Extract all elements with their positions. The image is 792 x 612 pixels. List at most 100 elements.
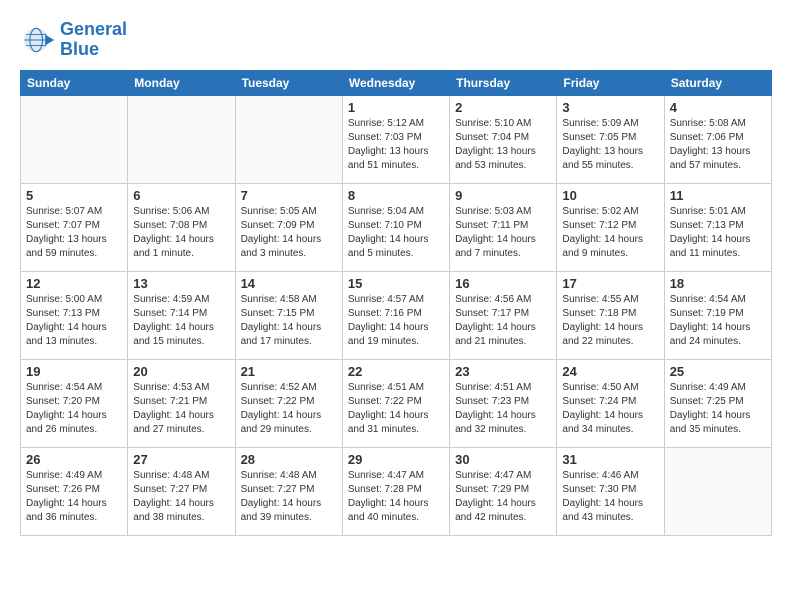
cell-content: Sunrise: 4:48 AM Sunset: 7:27 PM Dayligh… [241, 469, 337, 525]
calendar-cell: 29 Sunrise: 4:47 AM Sunset: 7:28 PM Dayli… [342, 447, 449, 535]
logo-line1: General [60, 20, 127, 40]
calendar-cell: 26 Sunrise: 4:49 AM Sunset: 7:26 PM Dayli… [21, 447, 128, 535]
calendar-cell: 27 Sunrise: 4:48 AM Sunset: 7:27 PM Dayli… [128, 447, 235, 535]
cell-content: Sunrise: 5:06 AM Sunset: 7:08 PM Dayligh… [133, 205, 229, 261]
calendar-cell: 28 Sunrise: 4:48 AM Sunset: 7:27 PM Dayli… [235, 447, 342, 535]
calendar-cell: 19 Sunrise: 4:54 AM Sunset: 7:20 PM Dayli… [21, 359, 128, 447]
cell-content: Sunrise: 4:56 AM Sunset: 7:17 PM Dayligh… [455, 293, 551, 349]
cell-content: Sunrise: 4:49 AM Sunset: 7:25 PM Dayligh… [670, 381, 766, 437]
day-number: 16 [455, 276, 551, 291]
calendar-cell: 17 Sunrise: 4:55 AM Sunset: 7:18 PM Dayli… [557, 271, 664, 359]
cell-content: Sunrise: 5:10 AM Sunset: 7:04 PM Dayligh… [455, 117, 551, 173]
calendar-table: SundayMondayTuesdayWednesdayThursdayFrid… [20, 70, 772, 536]
day-number: 1 [348, 100, 444, 115]
week-row-4: 19 Sunrise: 4:54 AM Sunset: 7:20 PM Dayli… [21, 359, 772, 447]
week-row-5: 26 Sunrise: 4:49 AM Sunset: 7:26 PM Dayli… [21, 447, 772, 535]
calendar-cell: 12Sunrise: 5:00 AM Sunset: 7:13 PM Dayli… [21, 271, 128, 359]
header-thursday: Thursday [450, 70, 557, 95]
day-number: 21 [241, 364, 337, 379]
cell-content: Sunrise: 5:05 AM Sunset: 7:09 PM Dayligh… [241, 205, 337, 261]
day-number: 19 [26, 364, 122, 379]
day-number: 8 [348, 188, 444, 203]
cell-content: Sunrise: 4:46 AM Sunset: 7:30 PM Dayligh… [562, 469, 658, 525]
day-number: 2 [455, 100, 551, 115]
calendar-cell [235, 95, 342, 183]
header-tuesday: Tuesday [235, 70, 342, 95]
cell-content: Sunrise: 4:49 AM Sunset: 7:26 PM Dayligh… [26, 469, 122, 525]
day-number: 17 [562, 276, 658, 291]
cell-content: Sunrise: 4:53 AM Sunset: 7:21 PM Dayligh… [133, 381, 229, 437]
cell-content: Sunrise: 4:48 AM Sunset: 7:27 PM Dayligh… [133, 469, 229, 525]
cell-content: Sunrise: 5:08 AM Sunset: 7:06 PM Dayligh… [670, 117, 766, 173]
cell-content: Sunrise: 4:55 AM Sunset: 7:18 PM Dayligh… [562, 293, 658, 349]
cell-content: Sunrise: 5:00 AM Sunset: 7:13 PM Dayligh… [26, 293, 122, 349]
day-number: 4 [670, 100, 766, 115]
calendar-cell: 5Sunrise: 5:07 AM Sunset: 7:07 PM Daylig… [21, 183, 128, 271]
logo-line2: Blue [60, 40, 127, 60]
day-number: 22 [348, 364, 444, 379]
calendar-cell: 3Sunrise: 5:09 AM Sunset: 7:05 PM Daylig… [557, 95, 664, 183]
cell-content: Sunrise: 5:07 AM Sunset: 7:07 PM Dayligh… [26, 205, 122, 261]
cell-content: Sunrise: 5:12 AM Sunset: 7:03 PM Dayligh… [348, 117, 444, 173]
cell-content: Sunrise: 5:04 AM Sunset: 7:10 PM Dayligh… [348, 205, 444, 261]
calendar-cell: 20 Sunrise: 4:53 AM Sunset: 7:21 PM Dayli… [128, 359, 235, 447]
day-number: 6 [133, 188, 229, 203]
calendar-cell [664, 447, 771, 535]
day-number: 23 [455, 364, 551, 379]
calendar-cell: 30Sunrise: 4:47 AM Sunset: 7:29 PM Dayli… [450, 447, 557, 535]
calendar-cell: 13 Sunrise: 4:59 AM Sunset: 7:14 PM Dayli… [128, 271, 235, 359]
cell-content: Sunrise: 4:59 AM Sunset: 7:14 PM Dayligh… [133, 293, 229, 349]
day-number: 29 [348, 452, 444, 467]
cell-content: Sunrise: 4:51 AM Sunset: 7:23 PM Dayligh… [455, 381, 551, 437]
calendar-cell: 2 Sunrise: 5:10 AM Sunset: 7:04 PM Daylig… [450, 95, 557, 183]
cell-content: Sunrise: 4:52 AM Sunset: 7:22 PM Dayligh… [241, 381, 337, 437]
calendar-cell [21, 95, 128, 183]
cell-content: Sunrise: 5:01 AM Sunset: 7:13 PM Dayligh… [670, 205, 766, 261]
page-header: General Blue [20, 20, 772, 60]
calendar-cell: 21 Sunrise: 4:52 AM Sunset: 7:22 PM Dayli… [235, 359, 342, 447]
day-number: 20 [133, 364, 229, 379]
cell-content: Sunrise: 4:50 AM Sunset: 7:24 PM Dayligh… [562, 381, 658, 437]
cell-content: Sunrise: 4:54 AM Sunset: 7:20 PM Dayligh… [26, 381, 122, 437]
day-number: 31 [562, 452, 658, 467]
cell-content: Sunrise: 4:47 AM Sunset: 7:28 PM Dayligh… [348, 469, 444, 525]
cell-content: Sunrise: 5:09 AM Sunset: 7:05 PM Dayligh… [562, 117, 658, 173]
week-row-1: 1 Sunrise: 5:12 AM Sunset: 7:03 PM Daylig… [21, 95, 772, 183]
calendar-cell: 7Sunrise: 5:05 AM Sunset: 7:09 PM Daylig… [235, 183, 342, 271]
calendar-cell: 23 Sunrise: 4:51 AM Sunset: 7:23 PM Dayli… [450, 359, 557, 447]
day-number: 24 [562, 364, 658, 379]
calendar-cell: 24 Sunrise: 4:50 AM Sunset: 7:24 PM Dayli… [557, 359, 664, 447]
day-number: 26 [26, 452, 122, 467]
header-saturday: Saturday [664, 70, 771, 95]
day-number: 18 [670, 276, 766, 291]
header-wednesday: Wednesday [342, 70, 449, 95]
cell-content: Sunrise: 4:47 AM Sunset: 7:29 PM Dayligh… [455, 469, 551, 525]
calendar-cell: 31 Sunrise: 4:46 AM Sunset: 7:30 PM Dayli… [557, 447, 664, 535]
cell-content: Sunrise: 4:57 AM Sunset: 7:16 PM Dayligh… [348, 293, 444, 349]
cell-content: Sunrise: 5:03 AM Sunset: 7:11 PM Dayligh… [455, 205, 551, 261]
day-number: 27 [133, 452, 229, 467]
calendar-cell: 16 Sunrise: 4:56 AM Sunset: 7:17 PM Dayli… [450, 271, 557, 359]
calendar-cell: 15 Sunrise: 4:57 AM Sunset: 7:16 PM Dayli… [342, 271, 449, 359]
calendar-cell: 8 Sunrise: 5:04 AM Sunset: 7:10 PM Daylig… [342, 183, 449, 271]
day-number: 13 [133, 276, 229, 291]
header-friday: Friday [557, 70, 664, 95]
calendar-cell: 25 Sunrise: 4:49 AM Sunset: 7:25 PM Dayli… [664, 359, 771, 447]
calendar-cell: 18Sunrise: 4:54 AM Sunset: 7:19 PM Dayli… [664, 271, 771, 359]
cell-content: Sunrise: 4:51 AM Sunset: 7:22 PM Dayligh… [348, 381, 444, 437]
calendar-cell: 14Sunrise: 4:58 AM Sunset: 7:15 PM Dayli… [235, 271, 342, 359]
calendar-cell: 11Sunrise: 5:01 AM Sunset: 7:13 PM Dayli… [664, 183, 771, 271]
calendar-cell [128, 95, 235, 183]
header-sunday: Sunday [21, 70, 128, 95]
day-number: 15 [348, 276, 444, 291]
calendar-cell: 22 Sunrise: 4:51 AM Sunset: 7:22 PM Dayli… [342, 359, 449, 447]
day-number: 28 [241, 452, 337, 467]
day-number: 25 [670, 364, 766, 379]
calendar-cell: 6 Sunrise: 5:06 AM Sunset: 7:08 PM Daylig… [128, 183, 235, 271]
logo: General Blue [20, 20, 127, 60]
calendar-cell: 1 Sunrise: 5:12 AM Sunset: 7:03 PM Daylig… [342, 95, 449, 183]
week-row-3: 12Sunrise: 5:00 AM Sunset: 7:13 PM Dayli… [21, 271, 772, 359]
logo-icon [20, 22, 56, 58]
day-number: 10 [562, 188, 658, 203]
calendar-cell: 10Sunrise: 5:02 AM Sunset: 7:12 PM Dayli… [557, 183, 664, 271]
